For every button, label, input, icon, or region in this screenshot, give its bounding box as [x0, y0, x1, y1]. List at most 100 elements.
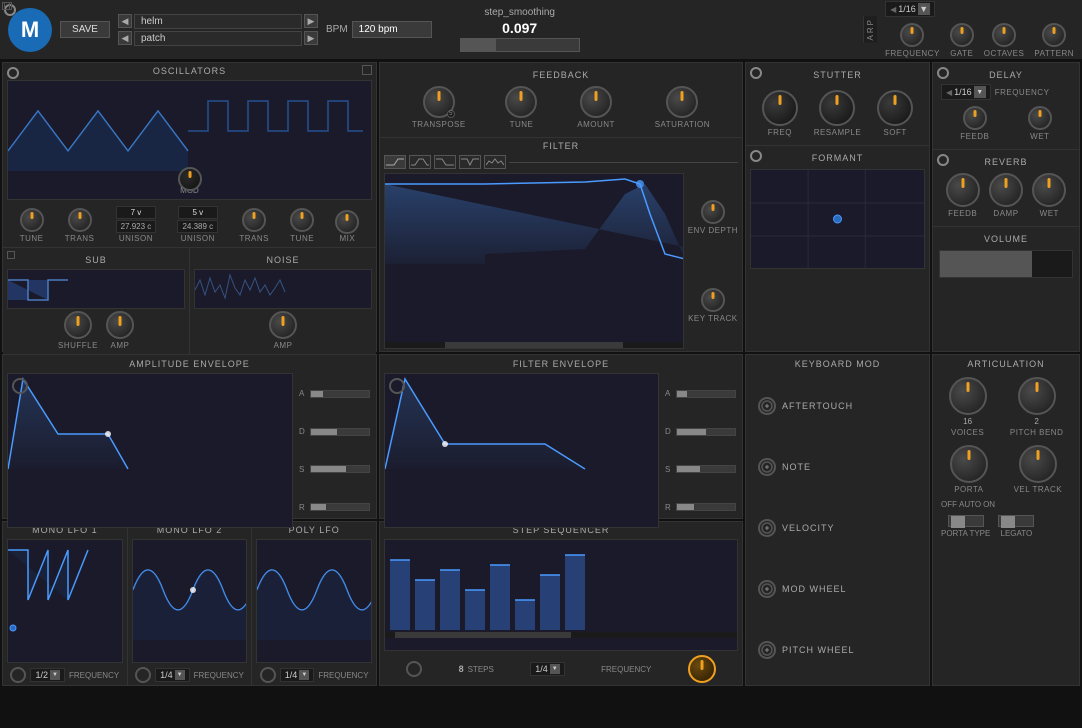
noise-amp-label: AMP — [274, 341, 293, 350]
save-button[interactable]: SAVE — [60, 21, 110, 38]
poly-lfo-power-button[interactable] — [260, 667, 276, 683]
arp-freq-selector[interactable]: ◀ 1/16 ▼ — [885, 1, 935, 17]
osc-tune2-knob[interactable] — [290, 208, 314, 232]
amp-env-r-slider[interactable] — [310, 503, 370, 511]
stutter-power-button[interactable] — [750, 67, 762, 79]
sub-amp-knob[interactable] — [106, 311, 134, 339]
lfo1-freq-selector[interactable]: 1/2 ▼ — [30, 668, 65, 682]
velocity-item[interactable]: VELOCITY — [750, 515, 925, 541]
patch-next-arrow[interactable]: ▶ — [304, 31, 318, 45]
delay-feedb-container: FEEDB — [960, 106, 989, 141]
save-block: SAVE — [60, 21, 110, 38]
porta-type-slider[interactable] — [948, 515, 984, 527]
porta-label: PORTA — [954, 485, 983, 494]
stutter-formant-section: STUTTER FREQ RESAMPLE SOFT — [745, 62, 930, 352]
osc-mix-knob[interactable] — [335, 210, 359, 234]
osc-trans2-knob[interactable] — [242, 208, 266, 232]
filter-key-track-knob[interactable] — [701, 288, 725, 312]
pitch-wheel-item[interactable]: PITCH WHEEL — [750, 637, 925, 663]
note-item[interactable]: NOTE — [750, 454, 925, 480]
filter-type-formant[interactable] — [484, 155, 506, 169]
voices-container: 16 VOICES — [949, 377, 987, 437]
lfo1-power-button[interactable] — [10, 667, 26, 683]
step-smoothing-bar[interactable] — [460, 38, 580, 52]
step-seq-power-button[interactable] — [406, 661, 422, 677]
sub-shuffle-knob[interactable] — [64, 311, 92, 339]
amp-env-r-fill — [311, 504, 326, 510]
voices-knob[interactable] — [949, 377, 987, 415]
reverb-damp-knob[interactable] — [989, 173, 1023, 207]
feedback-amount-knob[interactable] — [580, 86, 612, 118]
legato-slider[interactable] — [998, 515, 1034, 527]
vel-track-knob[interactable] — [1019, 445, 1057, 483]
pitch-bend-knob[interactable] — [1018, 377, 1056, 415]
filter-env-s-slider[interactable] — [676, 465, 736, 473]
osc-mix-label: MIX — [340, 234, 356, 243]
filter-type-lp[interactable] — [384, 155, 406, 169]
helm-prev-arrow[interactable]: ◀ — [118, 14, 132, 28]
delay-wet-knob[interactable] — [1028, 106, 1052, 130]
delay-freq-down[interactable]: ◀ — [946, 88, 952, 97]
amp-env-section: AMPLITUDE ENVELOPE — [2, 354, 377, 519]
stutter-freq-knob[interactable] — [762, 90, 798, 126]
amp-env-d-slider[interactable] — [310, 428, 370, 436]
stutter-section: STUTTER FREQ RESAMPLE SOFT — [746, 63, 929, 146]
poly-lfo-freq-selector[interactable]: 1/4 ▼ — [280, 668, 315, 682]
osc-trans-knob[interactable] — [68, 208, 92, 232]
patch-prev-arrow[interactable]: ◀ — [118, 31, 132, 45]
bpm-input[interactable] — [352, 21, 432, 38]
delay-feedb-knob[interactable] — [963, 106, 987, 130]
feedback-transpose-knob[interactable]: 5 — [423, 86, 455, 118]
filter-env-a-row: A — [665, 389, 736, 398]
filter-env-power-button[interactable] — [389, 378, 405, 394]
reverb-power-button[interactable] — [937, 154, 949, 166]
filter-scrollbar[interactable] — [385, 342, 683, 348]
amp-env-power-button[interactable] — [12, 378, 28, 394]
arp-pattern-knob[interactable] — [1042, 23, 1066, 47]
helm-next-arrow[interactable]: ▶ — [304, 14, 318, 28]
filter-lp-icon — [386, 157, 404, 167]
porta-knob[interactable] — [950, 445, 988, 483]
arp-frequency-knob[interactable] — [900, 23, 924, 47]
filter-type-bp[interactable] — [409, 155, 431, 169]
osc-mod-knob[interactable] — [178, 167, 202, 191]
top-bar: M SAVE ◀ helm ▶ ◀ patch ▶ BPM step_smoot… — [0, 0, 1082, 60]
step-seq-main-knob[interactable] — [688, 655, 716, 683]
filter-type-hp[interactable] — [434, 155, 456, 169]
mod-wheel-item[interactable]: MOD WHEEL — [750, 576, 925, 602]
osc-power-button[interactable] — [7, 67, 19, 79]
filter-env-r-slider[interactable] — [676, 503, 736, 511]
osc-tune-knob[interactable] — [20, 208, 44, 232]
stutter-resample-knob[interactable] — [819, 90, 855, 126]
osc-tune-label: TUNE — [20, 234, 44, 243]
reverb-feedb-knob[interactable] — [946, 173, 980, 207]
filter-type-notch[interactable] — [459, 155, 481, 169]
noise-title: NOISE — [194, 252, 372, 267]
lfo2-freq-selector[interactable]: 1/4 ▼ — [155, 668, 190, 682]
noise-amp-knob[interactable] — [269, 311, 297, 339]
arp-octaves-knob[interactable] — [992, 23, 1016, 47]
lfo1-freq-label: FREQUENCY — [69, 671, 119, 680]
step-seq-freq-selector[interactable]: 1/4 ▼ — [530, 662, 565, 676]
feedback-saturation-knob[interactable] — [666, 86, 698, 118]
filter-env-a-slider[interactable] — [676, 390, 736, 398]
arp-freq-down[interactable]: ◀ — [890, 5, 896, 14]
reverb-wet-knob[interactable] — [1032, 173, 1066, 207]
formant-power-button[interactable] — [750, 150, 762, 162]
aftertouch-item[interactable]: AFTERTOUCH — [750, 393, 925, 419]
amp-env-a-slider[interactable] — [310, 390, 370, 398]
filter-curve-svg — [385, 174, 683, 348]
arp-gate-knob[interactable] — [950, 23, 974, 47]
lfo2-power-button[interactable] — [135, 667, 151, 683]
stutter-soft-knob[interactable] — [877, 90, 913, 126]
filter-env-d-slider[interactable] — [676, 428, 736, 436]
lfo2-freq-value: 1/4 — [160, 670, 173, 680]
filter-env-depth-knob[interactable] — [701, 200, 725, 224]
delay-freq-selector[interactable]: ◀ 1/16 ▼ — [941, 84, 991, 100]
filter-scrollbar-thumb[interactable] — [445, 342, 624, 348]
volume-slider[interactable] — [939, 250, 1073, 278]
feedback-tune-knob[interactable] — [505, 86, 537, 118]
amp-env-s-slider[interactable] — [310, 465, 370, 473]
delay-power-button[interactable] — [937, 67, 949, 79]
sub-title: SUB — [7, 252, 185, 267]
